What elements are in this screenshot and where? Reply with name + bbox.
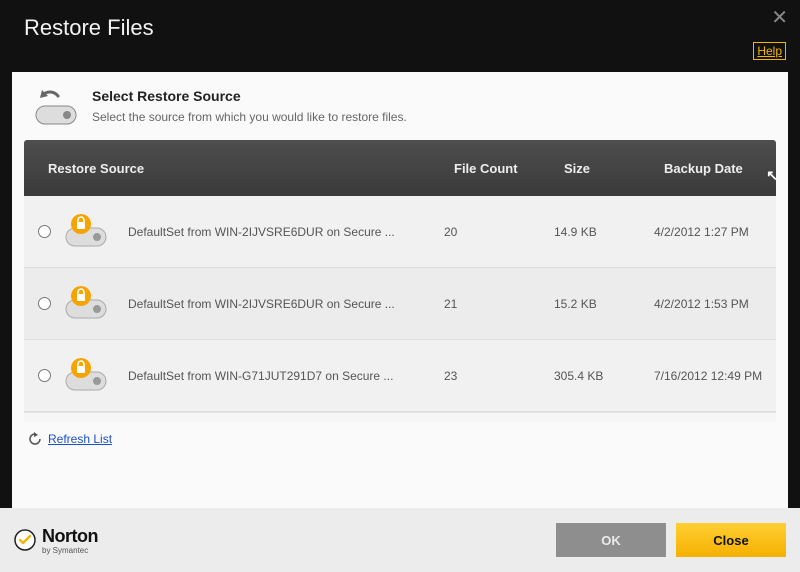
refresh-icon (28, 432, 42, 446)
col-header-file-count[interactable]: File Count (444, 161, 554, 176)
window-title: Restore Files (24, 15, 154, 41)
row-select-radio[interactable] (38, 225, 51, 238)
cell-source-name: DefaultSet from WIN-2IJVSRE6DUR on Secur… (124, 297, 444, 311)
row-select-radio[interactable] (38, 297, 51, 310)
footer-bar: Norton by Symantec OK Close (0, 508, 800, 572)
cell-file-count: 20 (444, 225, 554, 239)
restore-drive-icon (34, 90, 78, 126)
refresh-row: Refresh List (12, 422, 788, 446)
cell-file-count: 23 (444, 369, 554, 383)
restore-files-window: ✕ Restore Files Help Select Restore Sour… (0, 0, 800, 572)
restore-source-table: Restore Source File Count Size Backup Da… (12, 140, 788, 422)
cell-source-name: DefaultSet from WIN-G71JUT291D7 on Secur… (124, 369, 444, 383)
section-header: Select Restore Source Select the source … (12, 72, 788, 140)
brand-name: Norton (42, 526, 98, 546)
cell-size: 15.2 KB (554, 297, 654, 311)
table-row[interactable]: DefaultSet from WIN-2IJVSRE6DUR on Secur… (24, 268, 776, 340)
cell-backup-date: 4/2/2012 1:53 PM (654, 297, 776, 311)
cell-file-count: 21 (444, 297, 554, 311)
cell-backup-date: 7/16/2012 12:49 PM (654, 369, 776, 383)
table-header-row: Restore Source File Count Size Backup Da… (24, 140, 776, 196)
help-container: Help (753, 42, 786, 60)
table-row[interactable]: DefaultSet from WIN-2IJVSRE6DUR on Secur… (24, 196, 776, 268)
col-header-restore-source[interactable]: Restore Source (24, 161, 444, 176)
close-icon[interactable]: ✕ (771, 8, 788, 28)
help-link[interactable]: Help (753, 42, 786, 60)
table-footer-strip (24, 412, 776, 422)
norton-shield-icon (14, 529, 36, 551)
secure-drive-icon (64, 356, 124, 395)
brand-logo: Norton by Symantec (14, 526, 98, 555)
cursor-icon: ↖ (766, 167, 778, 184)
cell-backup-date: 4/2/2012 1:27 PM (654, 225, 776, 239)
brand-byline: by Symantec (42, 547, 98, 555)
section-subtext: Select the source from which you would l… (92, 110, 407, 124)
row-select-radio[interactable] (38, 369, 51, 382)
titlebar: Restore Files (0, 0, 800, 55)
ok-button[interactable]: OK (556, 523, 666, 557)
body-panel: Select Restore Source Select the source … (12, 72, 788, 508)
section-heading: Select Restore Source (92, 88, 407, 104)
secure-drive-icon (64, 212, 124, 251)
refresh-list-link[interactable]: Refresh List (48, 432, 112, 446)
table-row[interactable]: DefaultSet from WIN-G71JUT291D7 on Secur… (24, 340, 776, 412)
cell-source-name: DefaultSet from WIN-2IJVSRE6DUR on Secur… (124, 225, 444, 239)
col-header-backup-date[interactable]: Backup Date ↖ (654, 161, 776, 176)
cell-size: 14.9 KB (554, 225, 654, 239)
close-button[interactable]: Close (676, 523, 786, 557)
col-header-size[interactable]: Size (554, 161, 654, 176)
table-body: DefaultSet from WIN-2IJVSRE6DUR on Secur… (24, 196, 776, 412)
section-header-text: Select Restore Source Select the source … (92, 88, 407, 126)
cell-size: 305.4 KB (554, 369, 654, 383)
secure-drive-icon (64, 284, 124, 323)
